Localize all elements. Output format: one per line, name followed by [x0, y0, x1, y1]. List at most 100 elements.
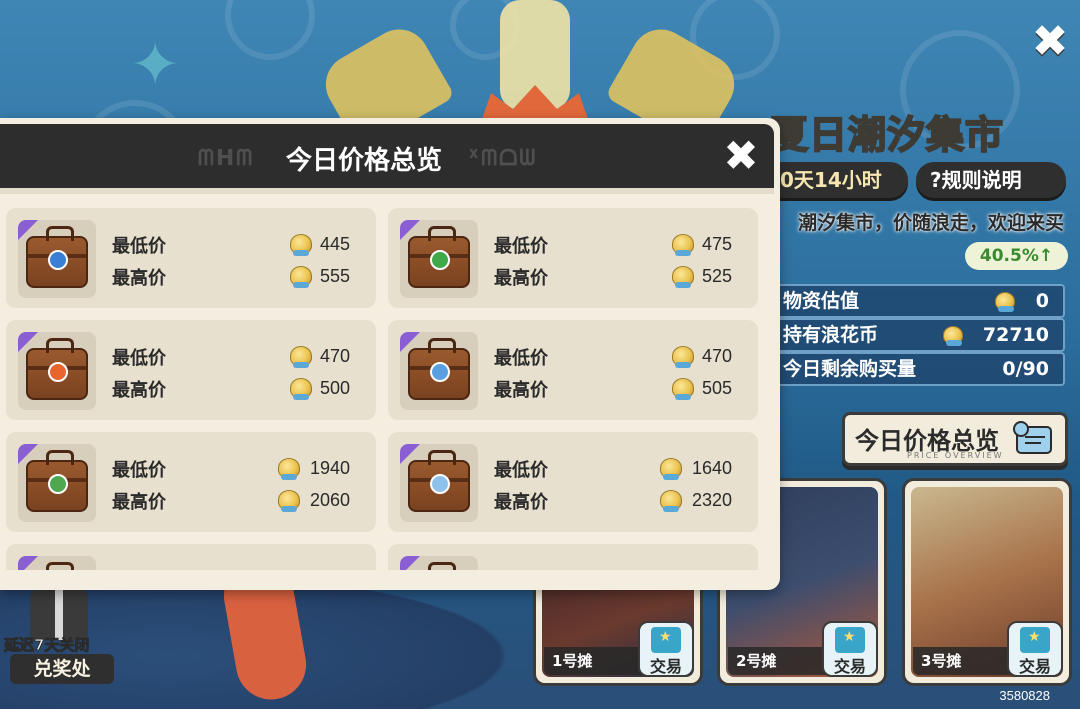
max-price-label: 最高价 [112, 380, 166, 401]
stat-coins-held: 持有浪花币 72710 [775, 318, 1065, 352]
min-price-label: 最低价 [494, 236, 548, 257]
background-ring [225, 0, 315, 60]
item-price-card [6, 544, 376, 570]
trade-button[interactable]: 交易 [638, 621, 694, 677]
coin-icon [290, 346, 312, 368]
price-overview-modal: ᗰᕼᗰ 今日价格总览 ᕁᗰᗝᗯ ✖ 最低价 最高价 445 555 最低价 最高… [0, 118, 780, 590]
min-price-value: 445 [319, 234, 350, 254]
min-price-label: 最低价 [112, 236, 166, 257]
item-thumbnail [400, 220, 478, 298]
item-thumbnail [400, 444, 478, 522]
coin-icon [672, 234, 694, 256]
modal-title: 今日价格总览 [286, 146, 443, 176]
trade-button[interactable]: 交易 [822, 621, 878, 677]
item-price-card: 最低价 最高价 475 525 [388, 208, 758, 308]
item-price-card [388, 544, 758, 570]
max-price-value: 555 [319, 266, 350, 286]
claim-label: 兑奖处 [10, 654, 114, 684]
suitcase-badge-icon [430, 250, 450, 270]
max-price-label: 最高价 [112, 492, 166, 513]
header-divider [0, 188, 774, 194]
coin-icon [672, 266, 694, 288]
min-price-label: 最低价 [494, 460, 548, 481]
max-price-label: 最高价 [112, 268, 166, 289]
min-price-value: 1940 [309, 458, 350, 478]
price-overview-button[interactable]: 今日价格总览 PRICE OVERVIEW [842, 412, 1068, 466]
trade-label: 交易 [1018, 657, 1051, 676]
suitcase-badge-icon [48, 474, 68, 494]
item-thumbnail [18, 556, 96, 570]
trade-label: 交易 [649, 657, 682, 676]
coin-icon [995, 292, 1015, 312]
coin-icon [660, 490, 682, 512]
max-price-value: 505 [701, 378, 732, 398]
rules-button[interactable]: ?规则说明 [916, 162, 1066, 198]
coin-icon [290, 266, 312, 288]
item-thumbnail [18, 332, 96, 410]
item-price-card: 最低价 最高价 470 505 [388, 320, 758, 420]
rarity-corner [400, 556, 420, 570]
max-price-value: 2060 [309, 490, 350, 510]
coin-icon [660, 458, 682, 480]
price-change-value: 40.5% [979, 246, 1039, 266]
item-price-card: 最低价 最高价 1940 2060 [6, 432, 376, 532]
suitcase-badge-icon [430, 474, 450, 494]
stat-label: 持有浪花币 [783, 324, 879, 346]
item-price-card: 最低价 最高价 1640 2320 [388, 432, 758, 532]
claim-delay-note: 延迟7天关闭 [3, 636, 90, 655]
suitcase-icon [26, 226, 88, 288]
prize-claim-button[interactable]: 延迟7天关闭 兑奖处 [0, 588, 122, 688]
stat-remaining-purchases: 今日剩余购买量 0/90 [775, 352, 1065, 386]
item-price-card: 最低价 最高价 470 500 [6, 320, 376, 420]
shop-icon [651, 627, 681, 653]
price-grid[interactable]: 最低价 最高价 445 555 最低价 最高价 475 525 最低价 最高价 … [6, 208, 766, 570]
trade-button[interactable]: 交易 [1007, 621, 1063, 677]
up-arrow-icon: ↑ [1038, 246, 1054, 266]
coin-icon [290, 378, 312, 400]
suitcase-badge-icon [430, 362, 450, 382]
shop-icon [1020, 627, 1050, 653]
min-price-label: 最低价 [494, 348, 548, 369]
event-title: 夏日潮汐集市 [769, 112, 1005, 158]
modal-header: ᗰᕼᗰ 今日价格总览 ᕁᗰᗝᗯ ✖ [0, 124, 774, 188]
max-price-value: 500 [319, 378, 350, 398]
gift-icon [30, 590, 88, 640]
user-id: 3580828 [999, 688, 1050, 703]
item-thumbnail [400, 332, 478, 410]
suitcase-icon [26, 450, 88, 512]
min-price-label: 最低价 [112, 348, 166, 369]
coin-icon [672, 378, 694, 400]
trade-label: 交易 [833, 657, 866, 676]
coin-icon [672, 346, 694, 368]
event-slogan: 潮汐集市，价随浪走，欢迎来买 [798, 212, 1065, 234]
shop-icon [835, 627, 865, 653]
item-price-card: 最低价 最高价 445 555 [6, 208, 376, 308]
coin-icon [278, 490, 300, 512]
min-price-value: 470 [701, 346, 732, 366]
header-decoration: ᗰᕼᗰ [198, 146, 255, 171]
suitcase-icon [26, 338, 88, 400]
suitcase-icon [408, 226, 470, 288]
stat-value: 0/90 [1002, 358, 1049, 380]
min-price-value: 1640 [691, 458, 732, 478]
coin-icon [278, 458, 300, 480]
min-price-label: 最低价 [112, 460, 166, 481]
header-decoration: ᕁᗰᗝᗯ [468, 146, 538, 171]
suitcase-badge-icon [48, 362, 68, 382]
max-price-label: 最高价 [494, 380, 548, 401]
scroll-icon [1013, 421, 1052, 454]
min-price-value: 475 [701, 234, 732, 254]
stat-value: 72710 [982, 324, 1049, 346]
stall-3-card[interactable]: 3号摊 交易 [902, 478, 1072, 686]
max-price-value: 2320 [691, 490, 732, 510]
coin-icon [290, 234, 312, 256]
coin-icon [943, 326, 963, 346]
suitcase-badge-icon [48, 250, 68, 270]
close-icon[interactable]: ✖ [720, 135, 762, 178]
max-price-label: 最高价 [494, 492, 548, 513]
stat-label: 物资估值 [783, 290, 860, 312]
price-overview-sublabel: PRICE OVERVIEW [907, 451, 1004, 460]
item-thumbnail [400, 556, 478, 570]
suitcase-icon [408, 450, 470, 512]
close-icon[interactable]: ✖ [1030, 20, 1070, 64]
